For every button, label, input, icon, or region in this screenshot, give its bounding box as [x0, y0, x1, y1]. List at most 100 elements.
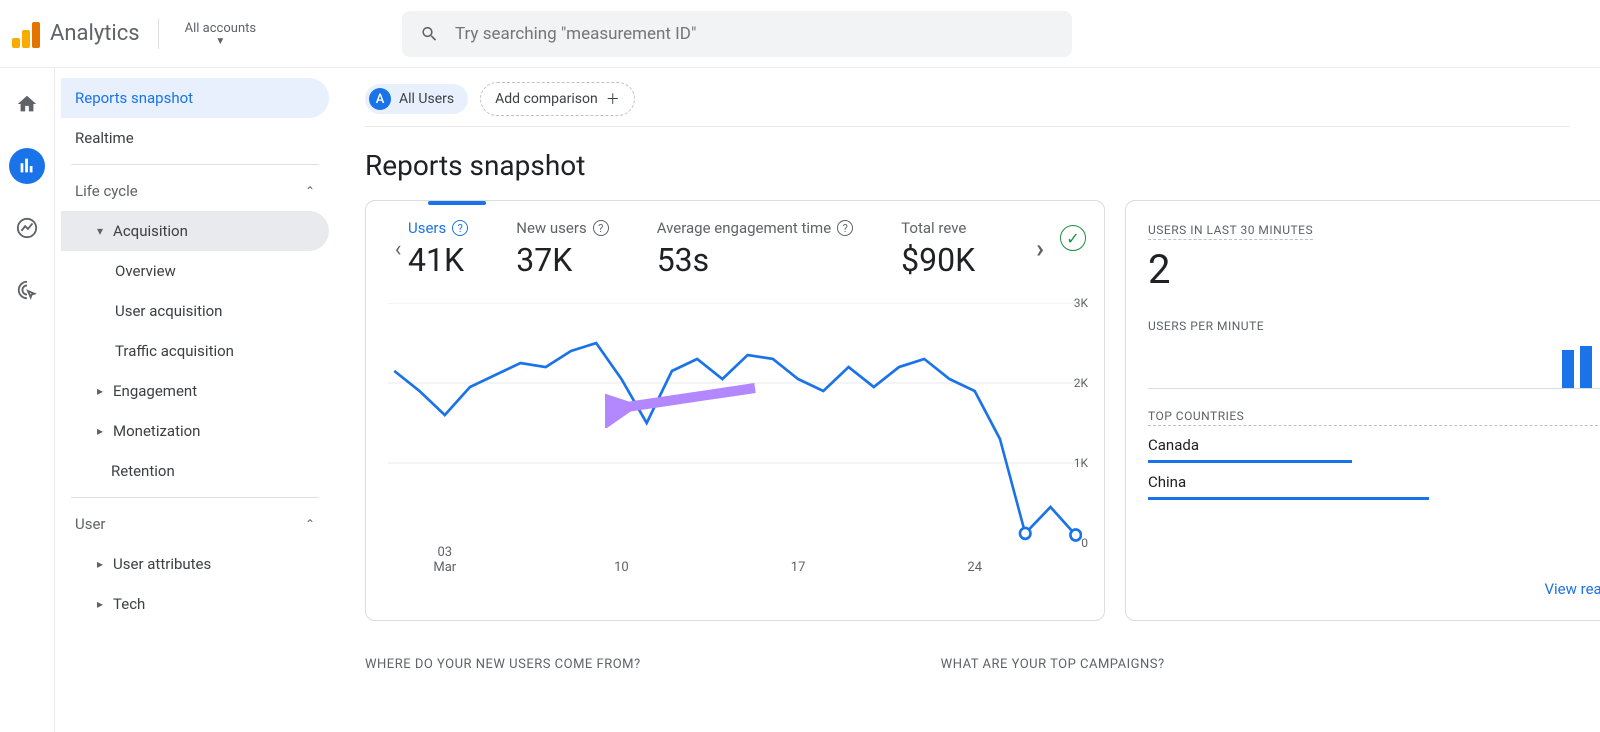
- sidebar-label: Retention: [111, 462, 175, 480]
- chevron-up-icon: ⌃: [305, 184, 315, 198]
- x-axis-tick: 24: [967, 560, 982, 575]
- realtime-count: 2: [1148, 246, 1313, 293]
- metric-label: Average engagement time: [657, 219, 831, 237]
- add-comparison-button[interactable]: Add comparison ＋: [480, 82, 635, 116]
- add-comparison-label: Add comparison: [495, 91, 598, 107]
- metric-avg-engagement[interactable]: Average engagement time? 53s: [657, 219, 853, 279]
- chevron-right-icon: ▸: [97, 557, 103, 571]
- metrics-row: ‹ Users? 41K New users? 37K Average enga…: [388, 219, 1082, 279]
- overview-chart-card: ‹ Users? 41K New users? 37K Average enga…: [365, 200, 1105, 621]
- metric-value: $90K: [901, 241, 975, 279]
- check-badge-icon[interactable]: ✓: [1060, 225, 1086, 251]
- metric-total-revenue[interactable]: Total reve $90K: [901, 219, 975, 279]
- metrics-next-button[interactable]: ›: [1026, 235, 1054, 263]
- sidebar-label: Traffic acquisition: [115, 342, 234, 360]
- sidebar-label: User acquisition: [115, 302, 222, 320]
- help-icon[interactable]: ?: [452, 220, 468, 236]
- rail-explore-button[interactable]: [9, 210, 45, 246]
- account-label: All accounts: [185, 21, 256, 36]
- divider: [158, 19, 159, 49]
- sidebar-item-traffic-acquisition[interactable]: Traffic acquisition: [61, 331, 329, 371]
- country-name: China: [1148, 473, 1186, 491]
- sidebar: Reports snapshot Realtime Life cycle ⌃ ▾…: [55, 68, 335, 732]
- top-countries-label: TOP COUNTRIES: [1148, 409, 1244, 423]
- metric-users[interactable]: Users? 41K: [408, 219, 468, 279]
- home-icon: [16, 93, 38, 115]
- line-chart-svg: [388, 303, 1082, 543]
- metric-value: 53s: [657, 241, 853, 279]
- top-bar: Analytics All accounts ▼: [0, 0, 1600, 68]
- sidebar-item-acquisition[interactable]: ▾ Acquisition: [61, 211, 329, 251]
- cards-row: ‹ Users? 41K New users? 37K Average enga…: [365, 200, 1570, 621]
- help-icon[interactable]: ?: [837, 220, 853, 236]
- analytics-logo-icon: [12, 20, 40, 48]
- sidebar-item-retention[interactable]: Retention: [61, 451, 329, 491]
- country-bar: [1148, 497, 1429, 500]
- chevron-right-icon: ▸: [97, 597, 103, 611]
- help-icon[interactable]: ?: [593, 220, 609, 236]
- realtime-title: USERS IN LAST 30 MINUTES: [1148, 223, 1313, 240]
- sidebar-item-overview[interactable]: Overview: [61, 251, 329, 291]
- rail-reports-button[interactable]: [9, 148, 45, 184]
- divider: [71, 497, 319, 498]
- search-icon: [420, 24, 439, 44]
- sidebar-label: User attributes: [113, 555, 211, 573]
- realtime-card: USERS IN LAST 30 MINUTES 2 ✓ ▼ USERS PER…: [1125, 200, 1600, 621]
- sidebar-item-reports-snapshot[interactable]: Reports snapshot: [61, 78, 329, 118]
- search-input[interactable]: [455, 24, 1054, 44]
- metric-label: New users: [516, 219, 586, 237]
- product-name: Analytics: [50, 21, 140, 46]
- sidebar-section-life-cycle[interactable]: Life cycle ⌃: [61, 171, 329, 211]
- y-axis-tick: 3K: [1074, 296, 1088, 310]
- sidebar-label: Acquisition: [113, 222, 188, 240]
- segment-chip-all-users[interactable]: A All Users: [365, 84, 468, 114]
- divider: [71, 164, 319, 165]
- x-axis-tick: 03 Mar: [433, 545, 456, 575]
- bar-chart-icon: [16, 155, 38, 177]
- sidebar-section-label: User: [75, 515, 106, 533]
- x-axis-tick: 17: [791, 560, 806, 575]
- metrics-prev-button[interactable]: ‹: [384, 235, 412, 263]
- trend-icon: [16, 217, 38, 239]
- chevron-right-icon: ▸: [97, 384, 103, 398]
- country-row: Canada1: [1148, 436, 1600, 463]
- sidebar-label: Tech: [113, 595, 145, 613]
- y-axis-tick: 0: [1081, 536, 1088, 550]
- users-per-minute-label: USERS PER MINUTE: [1148, 319, 1600, 333]
- chevron-down-icon: ▾: [97, 224, 103, 238]
- sidebar-item-tech[interactable]: ▸ Tech: [61, 584, 329, 624]
- line-chart: 01K2K3K 03 Mar101724: [388, 303, 1082, 543]
- rail-advertising-button[interactable]: [9, 272, 45, 308]
- metric-value: 37K: [516, 241, 608, 279]
- segment-row: A All Users Add comparison ＋: [365, 68, 1570, 127]
- sidebar-section-label: Life cycle: [75, 182, 138, 200]
- rail-home-button[interactable]: [9, 86, 45, 122]
- sidebar-item-monetization[interactable]: ▸ Monetization: [61, 411, 329, 451]
- sidebar-item-realtime[interactable]: Realtime: [61, 118, 329, 158]
- sidebar-item-user-attributes[interactable]: ▸ User attributes: [61, 544, 329, 584]
- sidebar-section-user[interactable]: User ⌃: [61, 504, 329, 544]
- page-title: Reports snapshot: [365, 127, 1570, 200]
- sidebar-item-engagement[interactable]: ▸ Engagement: [61, 371, 329, 411]
- country-name: Canada: [1148, 436, 1199, 454]
- sidebar-item-user-acquisition[interactable]: User acquisition: [61, 291, 329, 331]
- segment-label: All Users: [399, 91, 454, 107]
- left-rail: [0, 68, 55, 732]
- active-metric-indicator: [428, 201, 486, 205]
- sidebar-label: Monetization: [113, 422, 200, 440]
- metric-new-users[interactable]: New users? 37K: [516, 219, 608, 279]
- country-row: China1: [1148, 473, 1600, 500]
- minute-bar: [1580, 346, 1592, 388]
- search-bar[interactable]: [402, 11, 1072, 57]
- account-selector[interactable]: All accounts ▼: [177, 21, 264, 47]
- plus-icon: ＋: [606, 89, 620, 109]
- y-axis-tick: 1K: [1074, 456, 1088, 470]
- section-question-new-users: WHERE DO YOUR NEW USERS COME FROM?: [365, 657, 641, 672]
- view-realtime-link[interactable]: View realtime →: [1544, 500, 1600, 598]
- chevron-right-icon: ▸: [97, 424, 103, 438]
- section-question-top-campaigns: WHAT ARE YOUR TOP CAMPAIGNS?: [941, 657, 1165, 672]
- target-click-icon: [16, 279, 38, 301]
- main-content: A All Users Add comparison ＋ Reports sna…: [335, 68, 1600, 732]
- country-bar: [1148, 460, 1352, 463]
- users-per-minute-chart: [1148, 339, 1600, 389]
